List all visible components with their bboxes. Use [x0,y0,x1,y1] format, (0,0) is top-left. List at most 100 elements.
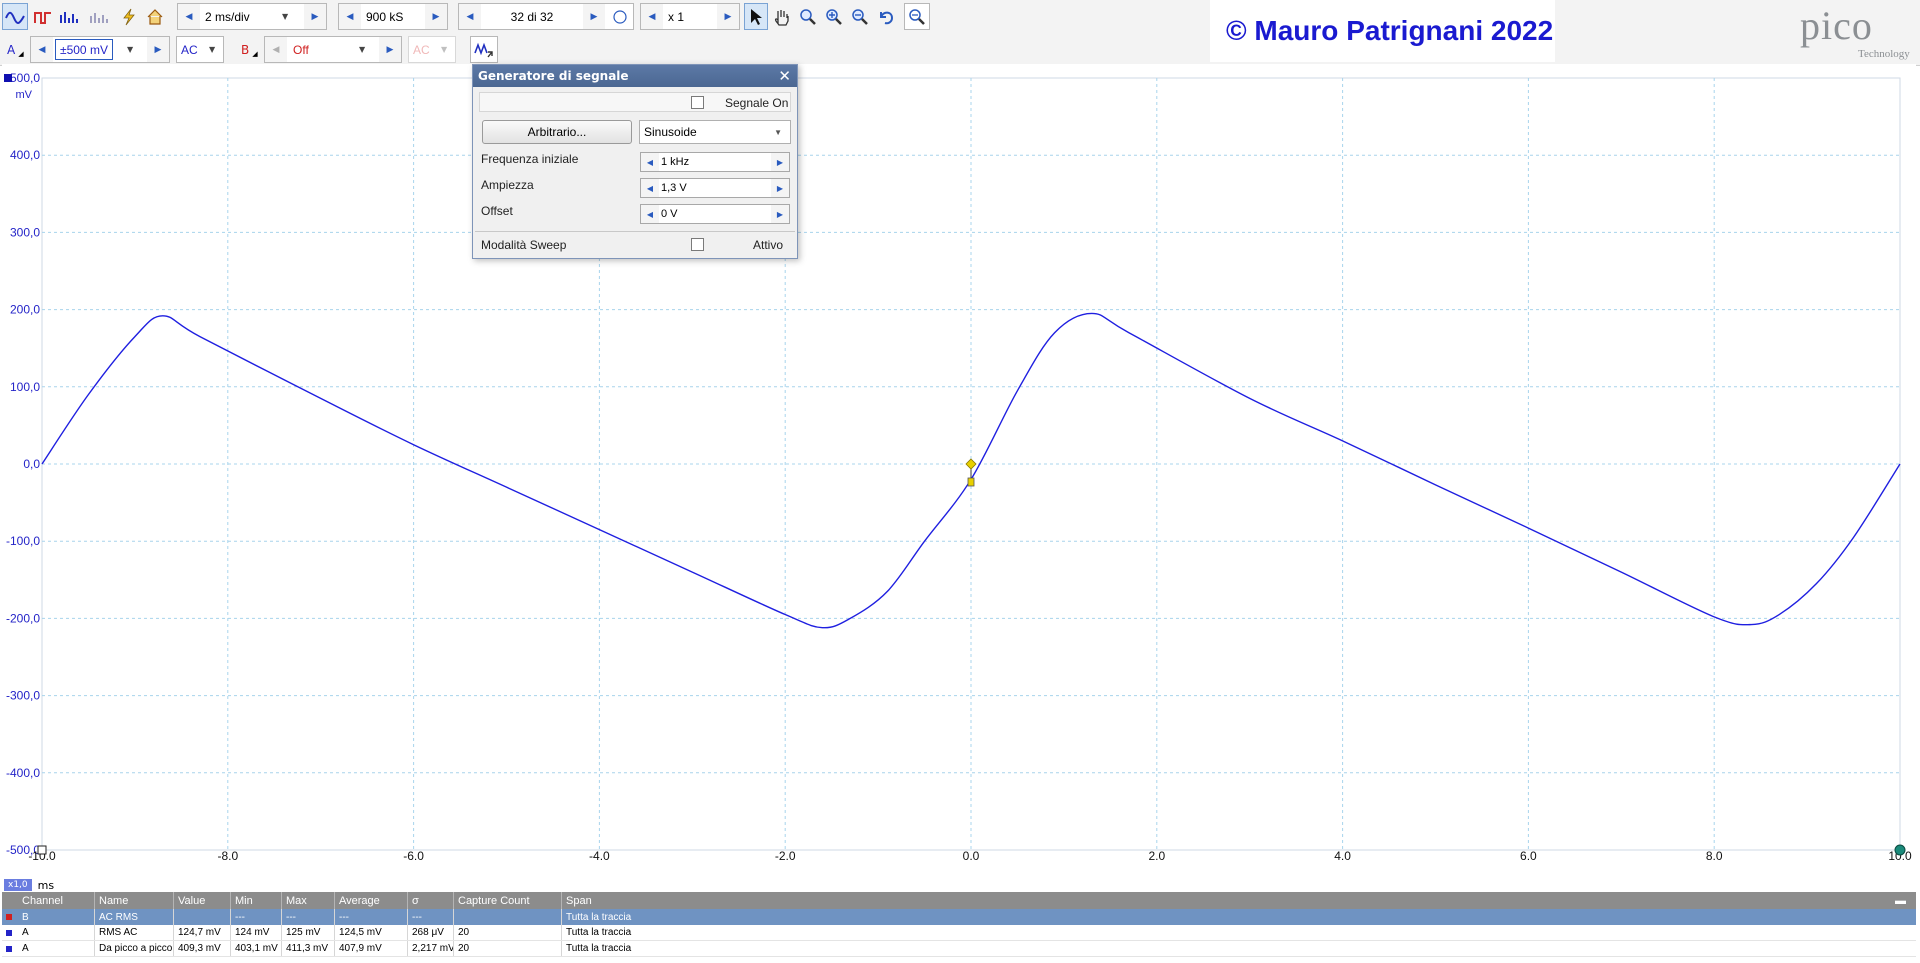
capture-field[interactable]: 32 di 32 [482,4,582,29]
range-a-prev-button[interactable]: ◀ [31,37,53,62]
col-name[interactable]: Name [95,892,174,909]
zoom-in-button[interactable] [822,3,846,30]
close-icon[interactable]: ✕ [778,67,791,85]
channel-a-label: A [7,42,16,57]
coupling-b-select[interactable]: AC ▼ [408,36,456,63]
offset-decrease-button[interactable]: ◀ [641,205,659,223]
capture-next-button[interactable]: ▶ [583,4,605,29]
freq-input[interactable]: 1 kHz [661,153,689,171]
zoom-overview-button[interactable] [904,3,930,30]
home-button[interactable] [142,3,168,30]
range-b-next-button[interactable]: ▶ [379,37,401,62]
x-zoom-chip[interactable]: x1,0 [4,879,32,891]
spectrum-mode-button[interactable] [56,3,82,30]
range-b-prev-button[interactable]: ◀ [265,37,287,62]
zoom-out-button[interactable] [848,3,872,30]
range-a-field[interactable]: ±500 mV [55,39,113,60]
coupling-a-select[interactable]: AC ▼ [176,36,224,63]
zoom-field[interactable]: x 1 [664,4,717,29]
table-row[interactable]: A RMS AC 124,7 mV 124 mV 125 mV 124,5 mV… [2,925,1916,941]
freq-increase-button[interactable]: ▶ [771,153,789,171]
samples-field[interactable]: 900 kS [362,4,425,29]
arbitrary-button[interactable]: Arbitrario... [482,120,632,144]
col-sigma[interactable]: σ [408,892,454,909]
y-tick-label: 100,0 [10,380,40,394]
chevron-down-icon: ▼ [441,45,448,54]
amp-decrease-button[interactable]: ◀ [641,179,659,197]
scope-plot[interactable]: 500,0 400,0 300,0 200,0 100,0 0,0 -100,0 -200,0… [2,64,1916,860]
zoom-tool-button[interactable] [796,3,820,30]
measurements-table: Channel Name Value Min Max Average σ Cap… [2,892,1916,960]
capture-prev-button[interactable]: ◀ [459,4,481,29]
col-span[interactable]: Span [562,892,1916,909]
amp-spinbox: ◀ 1,3 V ▶ [640,178,790,198]
coupling-a-value: AC [177,37,207,62]
zoom-prev-button[interactable]: ◀ [641,4,663,29]
hand-tool-button[interactable] [770,3,794,30]
collapse-icon[interactable]: ▬ [1895,895,1906,907]
col-value[interactable]: Value [174,892,231,909]
persistence-mode-icon [34,11,51,24]
x-tick-label: -4,0 [589,849,610,860]
cell-name: AC RMS [95,909,174,925]
channel-a-button[interactable]: A ◢ [2,36,28,63]
range-a-next-button[interactable]: ▶ [147,37,169,62]
waveform-select[interactable]: Sinusoide ▼ [639,120,791,144]
samples-control: ◀ 900 kS ▶ [338,3,448,30]
samples-prev-button[interactable]: ◀ [339,4,361,29]
channel-b-button[interactable]: B ◢ [236,36,262,63]
freq-decrease-button[interactable]: ◀ [641,153,659,171]
signal-on-checkbox[interactable] [691,96,704,109]
cell-min: 403,1 mV [231,941,282,956]
offset-input[interactable]: 0 V [661,205,678,223]
cell-capture-count: 20 [454,941,562,956]
lightning-icon [123,8,135,25]
col-min[interactable]: Min [231,892,282,909]
offset-spinbox: ◀ 0 V ▶ [640,204,790,224]
table-row[interactable]: A Da picco a picco 409,3 mV 403,1 mV 411… [2,941,1916,957]
samples-next-button[interactable]: ▶ [425,4,447,29]
scope-chart[interactable]: 500,0 400,0 300,0 200,0 100,0 0,0 -100,0 -200,0… [2,64,1916,860]
undo-icon [880,11,894,24]
buffer-navigator-button[interactable] [609,4,631,29]
trigger-handle [967,477,975,487]
cell-average: 124,5 mV [335,925,408,940]
cell-channel: A [2,925,95,940]
dialog-title-bar[interactable]: Generatore di segnale ✕ [473,65,797,87]
undo-zoom-button[interactable] [874,3,898,30]
channel-b-label: B [241,42,250,57]
trigger-auto-button[interactable] [116,3,142,30]
chevron-down-icon[interactable]: ▼ [282,12,288,21]
offset-increase-button[interactable]: ▶ [771,205,789,223]
cell-min: 124 mV [231,925,282,940]
spectrum-persistence-button[interactable] [86,3,112,30]
cell-average: --- [335,909,408,925]
amp-input[interactable]: 1,3 V [661,179,687,197]
col-channel[interactable]: Channel [2,892,95,909]
y-tick-label: -400,0 [6,766,40,780]
sweep-checkbox[interactable] [691,238,704,251]
amp-label: Ampiezza [481,178,534,192]
amp-increase-button[interactable]: ▶ [771,179,789,197]
chevron-down-icon[interactable]: ▼ [127,45,133,54]
col-capture-count[interactable]: Capture Count [454,892,562,909]
table-row[interactable]: B AC RMS --- --- --- --- Tutta la tracci… [2,909,1916,925]
timebase-field[interactable]: 2 ms/div [201,4,304,29]
persistence-mode-button[interactable] [30,3,56,30]
range-a-control: ◀ ±500 mV ▼ ▶ [30,36,170,63]
timebase-next-button[interactable]: ▶ [304,4,326,29]
zoom-next-button[interactable]: ▶ [717,4,739,29]
timebase-prev-button[interactable]: ◀ [178,4,200,29]
x-tick-label: 8,0 [1706,849,1723,860]
coupling-b-value: AC [409,37,439,62]
scope-mode-button[interactable] [2,3,28,30]
chevron-down-icon[interactable]: ▼ [359,45,365,54]
x-tick-label: -2,0 [775,849,796,860]
zoom-overview-icon [909,8,925,25]
cell-channel: B [2,909,95,925]
signal-generator-button[interactable] [470,36,498,63]
col-average[interactable]: Average [335,892,408,909]
freq-spinbox: ◀ 1 kHz ▶ [640,152,790,172]
col-max[interactable]: Max [282,892,335,909]
pointer-tool-button[interactable] [744,3,768,30]
